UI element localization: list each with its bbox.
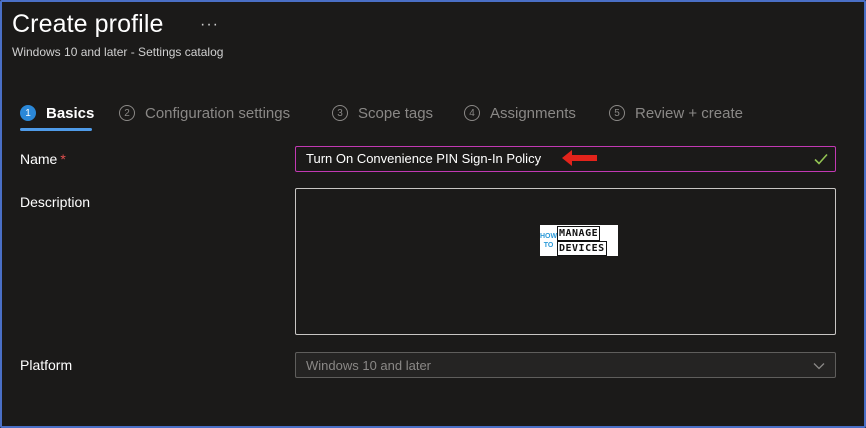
name-label: Name * bbox=[20, 151, 66, 167]
platform-select-value: Windows 10 and later bbox=[306, 358, 432, 373]
annotation-arrow-icon bbox=[562, 150, 597, 166]
step-label-review-create: Review + create bbox=[635, 104, 743, 122]
logo-words: MANAGE DEVICES bbox=[557, 225, 607, 256]
tab-scope-tags[interactable]: 3 Scope tags bbox=[332, 102, 433, 124]
logo-how: HOW bbox=[539, 232, 558, 240]
logo-manage: MANAGE bbox=[557, 225, 601, 241]
tab-basics[interactable]: 1 Basics bbox=[20, 102, 94, 124]
platform-select[interactable]: Windows 10 and later bbox=[295, 352, 836, 378]
active-tab-indicator bbox=[20, 128, 92, 131]
step-label-scope-tags: Scope tags bbox=[358, 104, 434, 122]
create-profile-page: Create profile ··· Windows 10 and later … bbox=[0, 0, 866, 428]
page-title: Create profile bbox=[12, 10, 164, 38]
description-textarea[interactable]: HOW TO MANAGE DEVICES bbox=[295, 188, 836, 335]
name-label-text: Name bbox=[20, 151, 58, 167]
description-label: Description bbox=[20, 194, 91, 210]
logo-to: TO bbox=[543, 241, 554, 249]
step-number-4: 4 bbox=[464, 105, 480, 121]
step-label-basics: Basics bbox=[46, 104, 95, 122]
tab-review-create[interactable]: 5 Review + create bbox=[609, 102, 743, 124]
tab-configuration-settings[interactable]: 2 Configuration settings bbox=[119, 102, 290, 124]
chevron-down-icon bbox=[813, 363, 825, 370]
step-label-assignments: Assignments bbox=[490, 104, 576, 122]
page-subtitle: Windows 10 and later - Settings catalog bbox=[12, 45, 224, 59]
step-number-2: 2 bbox=[119, 105, 135, 121]
howto-manage-devices-logo: HOW TO MANAGE DEVICES bbox=[540, 225, 618, 256]
step-label-configuration-settings: Configuration settings bbox=[145, 104, 291, 122]
more-options-button[interactable]: ··· bbox=[200, 16, 219, 34]
step-number-3: 3 bbox=[332, 105, 348, 121]
name-input-value: Turn On Convenience PIN Sign-In Policy bbox=[306, 151, 542, 166]
logo-devices: DEVICES bbox=[557, 240, 607, 256]
tab-assignments[interactable]: 4 Assignments bbox=[464, 102, 576, 124]
platform-label: Platform bbox=[20, 357, 73, 373]
step-number-5: 5 bbox=[609, 105, 625, 121]
required-marker: * bbox=[60, 151, 66, 167]
step-number-1: 1 bbox=[20, 105, 36, 121]
checkmark-icon bbox=[814, 153, 828, 165]
logo-how-to: HOW TO bbox=[540, 225, 557, 256]
